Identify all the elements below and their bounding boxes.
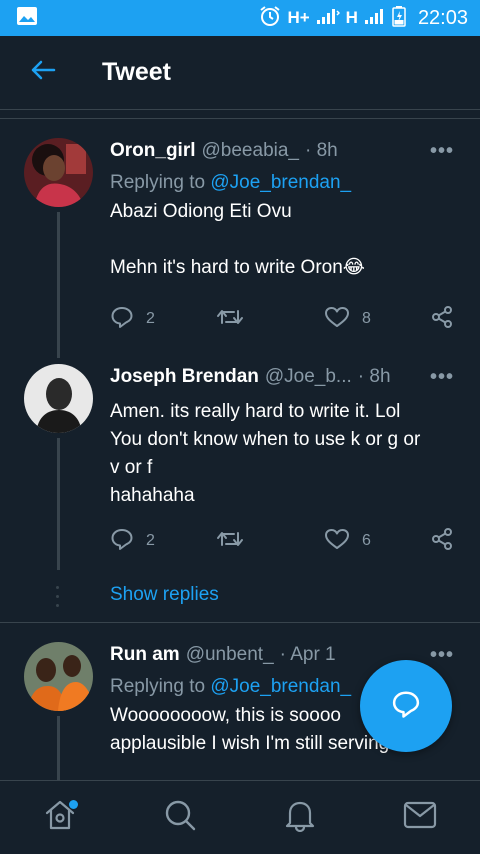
retweet-button[interactable]	[216, 527, 324, 556]
retweet-icon	[216, 527, 244, 556]
bell-icon	[284, 798, 316, 837]
nav-home[interactable]	[30, 788, 90, 848]
share-button[interactable]	[430, 305, 454, 334]
nav-messages[interactable]	[390, 788, 450, 848]
display-name[interactable]: Joseph Brendan	[110, 366, 259, 388]
more-options-icon[interactable]: •••	[430, 140, 454, 163]
app-bar: Tweet	[0, 36, 480, 110]
signal-icon	[316, 7, 340, 30]
reply-count: 2	[146, 310, 155, 327]
heart-icon	[324, 305, 350, 334]
back-button[interactable]	[0, 36, 86, 110]
nav-search[interactable]	[150, 788, 210, 848]
tweet-time: · 8h	[305, 140, 338, 161]
show-replies-link[interactable]: Show replies	[110, 584, 219, 606]
replying-label: Replying to	[110, 676, 206, 697]
thread-line	[57, 438, 60, 570]
battery-charging-icon	[392, 5, 406, 32]
retweet-icon	[216, 305, 244, 334]
user-handle[interactable]: @beeabia_	[202, 140, 299, 162]
thread-dots	[56, 586, 60, 613]
share-button[interactable]	[430, 527, 454, 556]
reply-button[interactable]: 2	[110, 305, 216, 334]
avatar[interactable]	[24, 642, 93, 711]
like-button[interactable]: 8	[324, 305, 430, 334]
more-options-icon[interactable]: •••	[430, 644, 454, 667]
notification-dot	[69, 799, 78, 809]
mention-link[interactable]: @Joe_brendan_	[210, 676, 351, 697]
user-handle[interactable]: @unbent_	[186, 644, 274, 666]
reply-icon	[110, 305, 134, 334]
compose-reply-button[interactable]	[360, 660, 452, 752]
mention-link[interactable]: @Joe_brendan_	[210, 172, 351, 193]
divider	[0, 622, 480, 623]
tweet-time: · 8h	[357, 366, 391, 387]
reply-icon	[391, 689, 421, 724]
status-bar: H+ H 22:03	[0, 0, 480, 36]
user-handle[interactable]: @Joe_b...	[265, 366, 352, 388]
replying-label: Replying to	[110, 172, 206, 193]
avatar[interactable]	[24, 364, 93, 433]
network-type-1: H+	[287, 8, 310, 27]
envelope-icon	[403, 801, 437, 834]
tweet-text: Abazi Odiong Eti Ovu Mehn it's hard to w…	[110, 201, 365, 278]
signal-icon	[364, 7, 386, 30]
share-icon	[430, 527, 454, 556]
tweet-text: Amen. its really hard to write it. Lol Y…	[110, 401, 421, 506]
reply-icon	[110, 527, 134, 556]
avatar[interactable]	[24, 138, 93, 207]
reply-button[interactable]: 2	[110, 527, 216, 556]
display-name[interactable]: Oron_girl	[110, 140, 196, 162]
clock: 22:03	[417, 6, 468, 29]
replying-to: Replying to @Joe_brendan_	[110, 172, 460, 194]
page-title: Tweet	[102, 58, 171, 86]
like-button[interactable]: 6	[324, 527, 430, 556]
like-count: 6	[362, 532, 371, 549]
retweet-button[interactable]	[216, 305, 324, 334]
alarm-icon	[259, 5, 281, 32]
image-notification-icon	[16, 6, 38, 31]
bottom-navigation	[0, 780, 480, 854]
tweet-time: · Apr 1	[279, 644, 336, 665]
divider	[0, 118, 480, 119]
network-type-2: H	[345, 8, 358, 27]
more-options-icon[interactable]: •••	[430, 366, 454, 389]
arrow-left-icon	[30, 59, 56, 86]
reply-count: 2	[146, 532, 155, 549]
search-icon	[163, 798, 197, 837]
share-icon	[430, 305, 454, 334]
thread-line	[57, 212, 60, 358]
like-count: 8	[362, 310, 371, 327]
thread-line	[57, 716, 60, 780]
heart-icon	[324, 527, 350, 556]
display-name[interactable]: Run am	[110, 644, 180, 666]
nav-notifications[interactable]	[270, 788, 330, 848]
